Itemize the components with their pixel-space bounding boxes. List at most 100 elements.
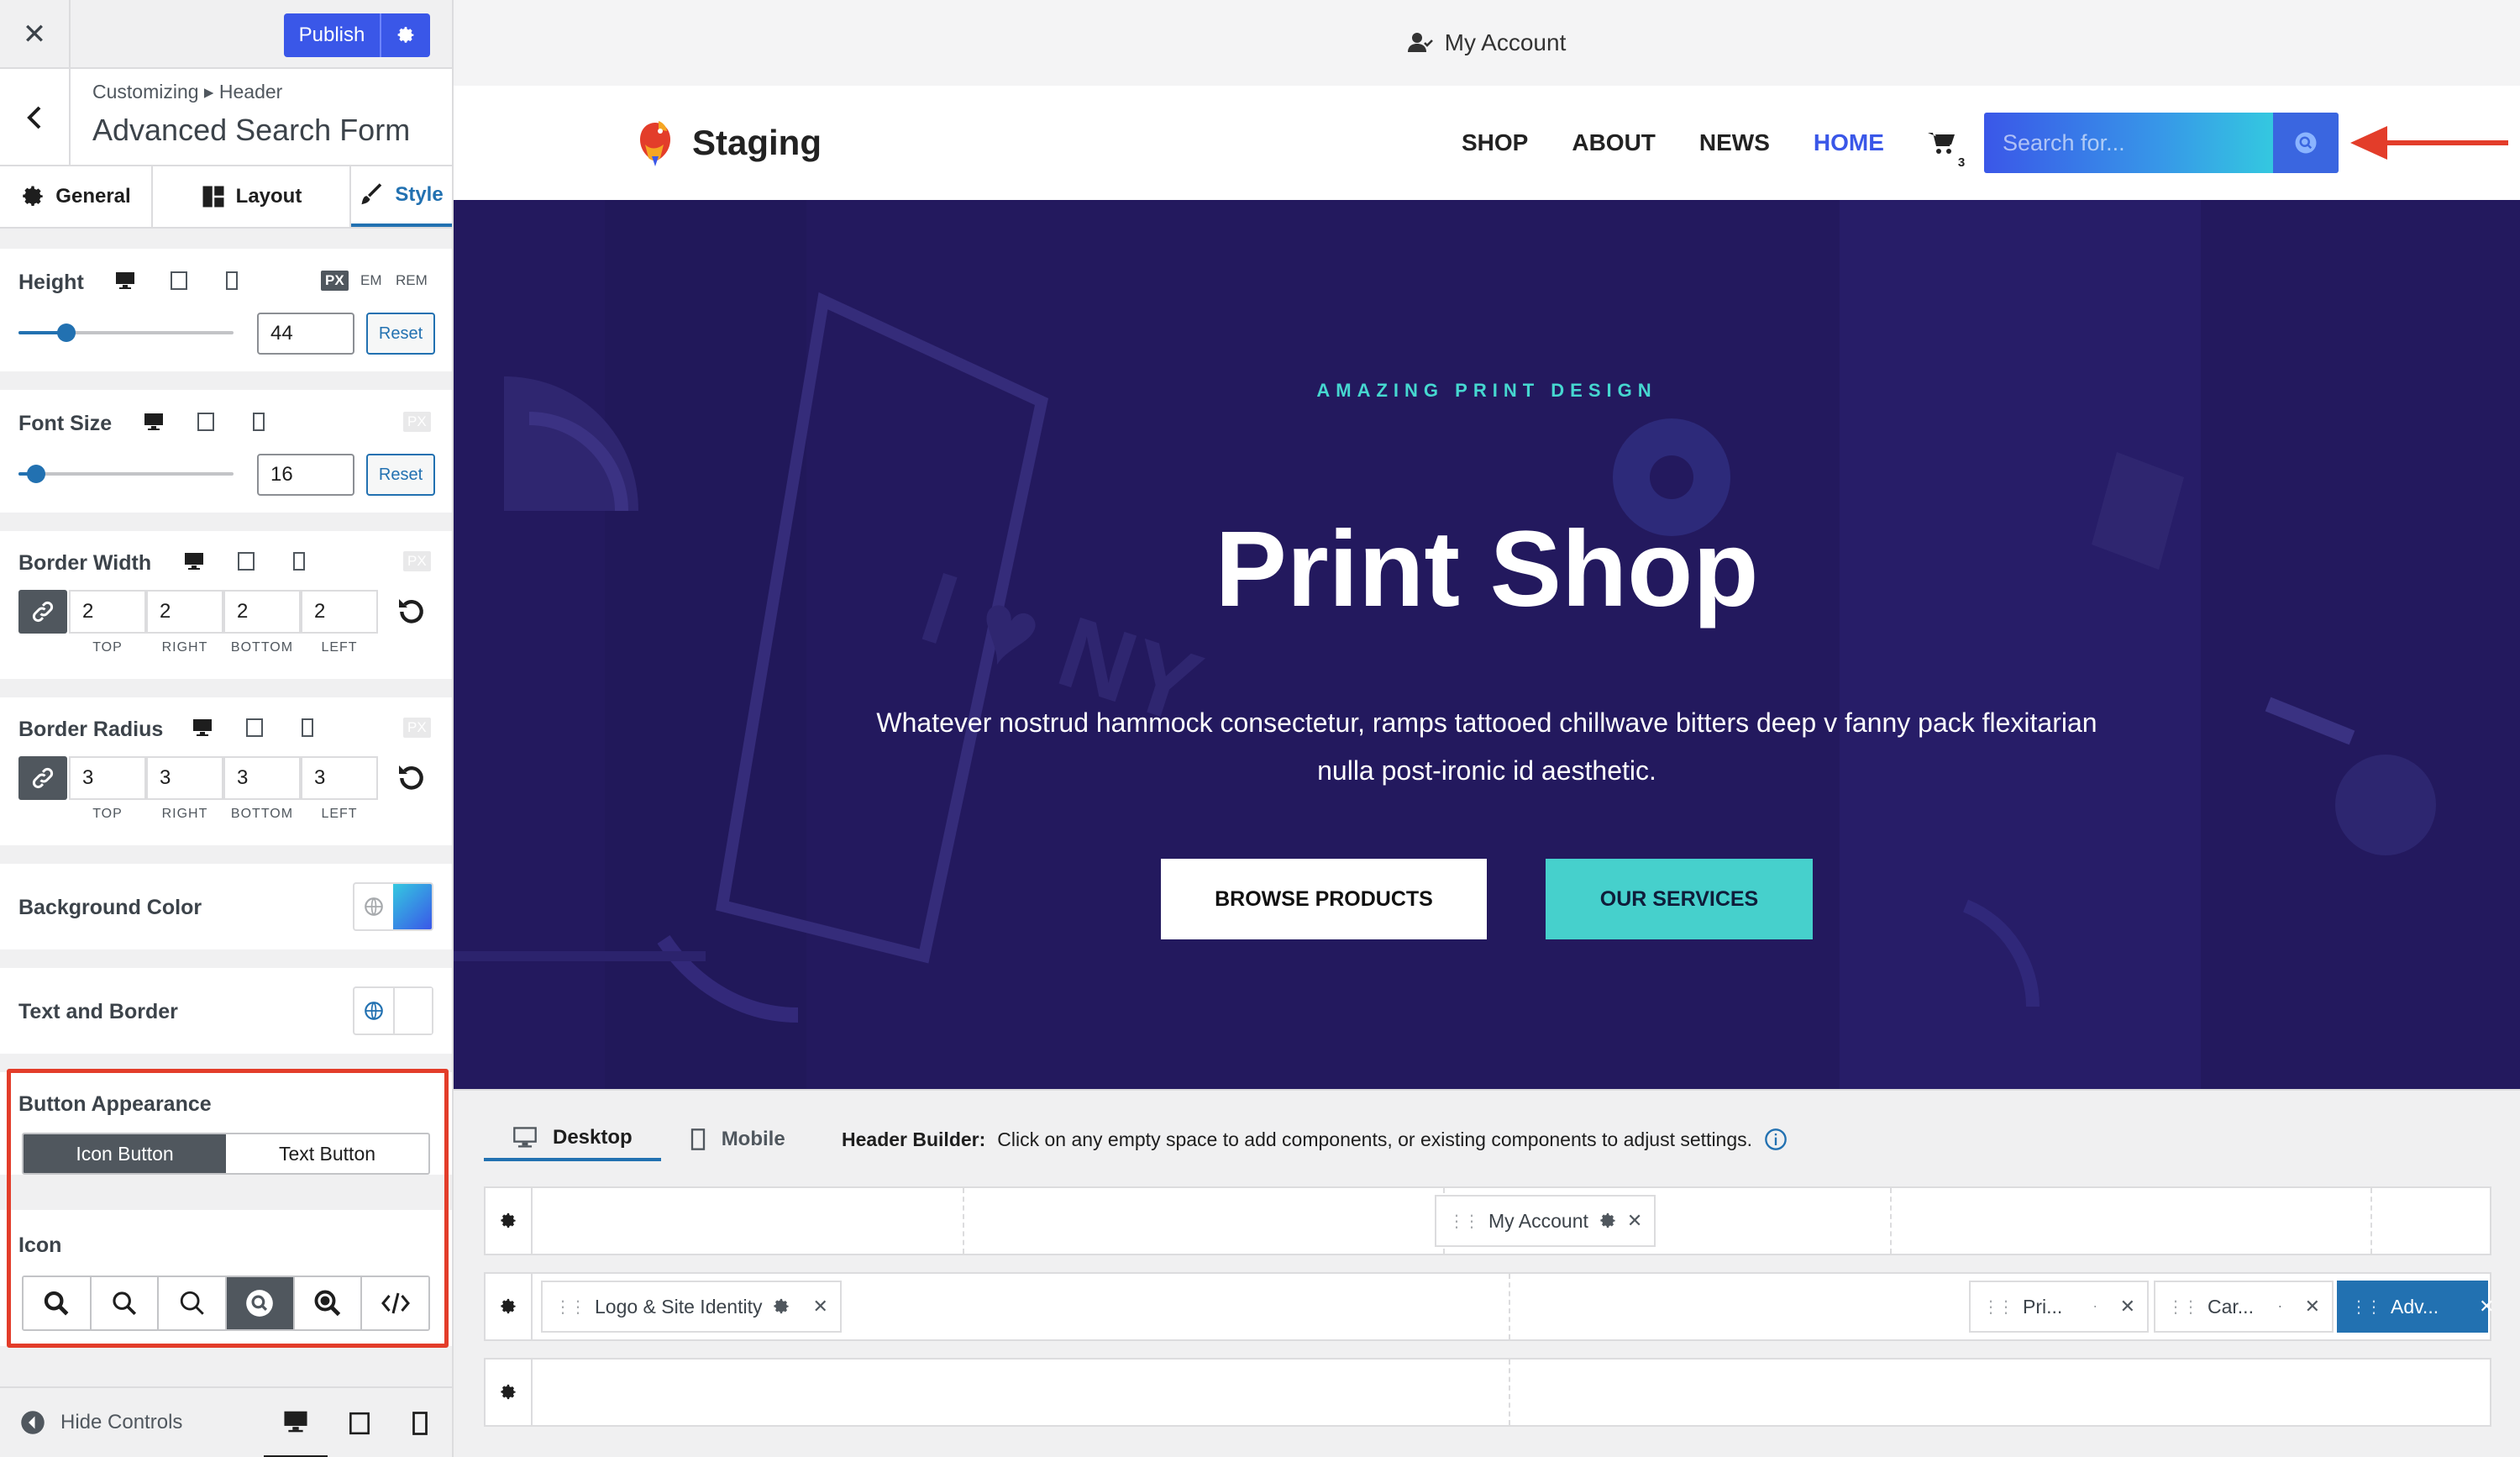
remove-icon[interactable]: ✕: [2305, 1296, 2320, 1318]
border-width-left[interactable]: 2: [301, 590, 378, 634]
reset-icon[interactable]: [395, 595, 428, 629]
back-button[interactable]: [0, 69, 71, 166]
row-settings-button[interactable]: [486, 1274, 533, 1339]
mobile-icon[interactable]: [292, 551, 306, 571]
desktop-icon[interactable]: [192, 718, 213, 738]
border-width-right[interactable]: 2: [146, 590, 223, 634]
nav-item-home[interactable]: HOME: [1814, 129, 1884, 156]
reset-icon[interactable]: [395, 761, 428, 795]
border-width-top[interactable]: 2: [69, 590, 146, 634]
builder-row-top[interactable]: ⋮⋮ My Account ✕: [484, 1186, 2491, 1255]
border-radius-right[interactable]: 3: [146, 756, 223, 800]
drag-handle-icon[interactable]: ⋮⋮: [554, 1297, 586, 1318]
tab-style[interactable]: Style: [351, 166, 452, 227]
preview-desktop-button[interactable]: [264, 1388, 328, 1457]
site-branding[interactable]: Staging: [637, 119, 822, 166]
remove-icon[interactable]: ✕: [812, 1296, 827, 1318]
slider-thumb[interactable]: [27, 465, 45, 483]
hide-controls-label: Hide Controls: [60, 1411, 183, 1433]
border-radius-top[interactable]: 3: [69, 756, 146, 800]
tab-layout[interactable]: Layout: [153, 166, 351, 227]
info-icon[interactable]: [1764, 1128, 1788, 1151]
search-input[interactable]: Search for...: [1984, 113, 2273, 173]
global-color-button[interactable]: [354, 884, 393, 929]
cart-button[interactable]: 3: [1927, 130, 1965, 170]
side-caption: RIGHT: [161, 807, 208, 821]
unit-rem[interactable]: REM: [391, 271, 432, 291]
font-size-reset-button[interactable]: Reset: [366, 454, 435, 496]
text-border-color-picker[interactable]: [353, 986, 433, 1035]
link-icon: [32, 601, 54, 623]
drag-handle-icon[interactable]: ⋮⋮: [1448, 1211, 1480, 1232]
desktop-icon[interactable]: [183, 551, 205, 571]
drag-handle-icon[interactable]: ⋮⋮: [2350, 1297, 2382, 1318]
height-slider[interactable]: [18, 323, 234, 342]
drag-handle-icon[interactable]: ⋮⋮: [2167, 1297, 2199, 1318]
font-size-label: Font Size: [18, 412, 113, 435]
component-label: Logo & Site Identity: [595, 1295, 763, 1318]
desktop-icon[interactable]: [114, 271, 136, 291]
desktop-icon[interactable]: [143, 412, 165, 432]
search-submit-button[interactable]: [2273, 113, 2339, 173]
color-swatch[interactable]: [393, 988, 432, 1034]
component-cart[interactable]: ⋮⋮ Car... ✕: [2154, 1281, 2334, 1333]
link-values-button[interactable]: [18, 756, 67, 800]
publish-button[interactable]: Publish: [284, 13, 380, 57]
preview-tablet-button[interactable]: [328, 1388, 391, 1457]
gear-icon: [501, 1298, 516, 1314]
nav-item-about[interactable]: ABOUT: [1572, 129, 1656, 156]
background-color-picker[interactable]: [353, 882, 433, 931]
global-color-button[interactable]: [354, 988, 393, 1034]
close-button[interactable]: ✕: [0, 0, 71, 69]
gear-icon[interactable]: [1599, 1212, 1617, 1230]
drag-handle-icon[interactable]: ⋮⋮: [1982, 1297, 2014, 1318]
builder-tab-mobile[interactable]: Mobile: [661, 1118, 814, 1161]
slider-thumb[interactable]: [57, 323, 76, 342]
mobile-icon[interactable]: [225, 271, 239, 291]
mobile-icon[interactable]: [252, 412, 265, 432]
builder-tab-desktop[interactable]: Desktop: [484, 1118, 661, 1161]
tablet-icon[interactable]: [245, 718, 264, 738]
height-reset-button[interactable]: Reset: [366, 313, 435, 355]
remove-icon[interactable]: ✕: [2120, 1296, 2135, 1318]
component-my-account[interactable]: ⋮⋮ My Account ✕: [1435, 1195, 1656, 1247]
gear-icon[interactable]: [2094, 1297, 2097, 1316]
gear-icon[interactable]: [2279, 1297, 2281, 1316]
settings-tabs: General Layout Style: [0, 166, 452, 229]
row-settings-button[interactable]: [486, 1188, 533, 1254]
our-services-button[interactable]: OUR SERVICES: [1546, 859, 1813, 939]
builder-row-bottom[interactable]: [484, 1358, 2491, 1427]
nav-item-shop[interactable]: SHOP: [1462, 129, 1528, 156]
component-advanced-search[interactable]: ⋮⋮ Adv... ✕: [2337, 1281, 2495, 1333]
builder-tab-desktop-label: Desktop: [553, 1126, 633, 1149]
font-size-slider[interactable]: [18, 465, 234, 483]
link-values-button[interactable]: [18, 590, 67, 634]
component-primary-nav[interactable]: ⋮⋮ Pri... ✕: [1969, 1281, 2149, 1333]
font-size-input[interactable]: 16: [257, 454, 354, 496]
border-radius-left[interactable]: 3: [301, 756, 378, 800]
unit-px: PX: [403, 551, 431, 571]
browse-products-button[interactable]: BROWSE PRODUCTS: [1161, 859, 1487, 939]
border-width-bottom[interactable]: 2: [223, 590, 301, 634]
tablet-icon[interactable]: [237, 551, 255, 571]
hide-controls-button[interactable]: Hide Controls: [20, 1410, 182, 1435]
border-radius-bottom[interactable]: 3: [223, 756, 301, 800]
preview-mobile-button[interactable]: [388, 1388, 452, 1457]
gear-icon[interactable]: [772, 1297, 790, 1316]
unit-px[interactable]: PX: [321, 271, 349, 291]
tablet-icon[interactable]: [197, 412, 215, 432]
mobile-icon[interactable]: [301, 718, 314, 738]
tab-general[interactable]: General: [0, 166, 153, 227]
color-swatch[interactable]: [393, 884, 432, 929]
nav-item-news[interactable]: NEWS: [1699, 129, 1770, 156]
unit-em[interactable]: EM: [356, 271, 386, 291]
tablet-icon[interactable]: [170, 271, 188, 291]
component-logo[interactable]: ⋮⋮ Logo & Site Identity ✕: [541, 1281, 842, 1333]
my-account-link[interactable]: My Account: [1445, 29, 1567, 56]
remove-icon[interactable]: ✕: [1627, 1210, 1642, 1232]
remove-icon[interactable]: ✕: [2479, 1296, 2494, 1318]
row-settings-button[interactable]: [486, 1360, 533, 1425]
height-input[interactable]: 44: [257, 313, 354, 355]
publish-settings-button[interactable]: [380, 13, 430, 57]
builder-row-main[interactable]: ⋮⋮ Logo & Site Identity ✕ ⋮⋮ Pri... ✕ ⋮⋮…: [484, 1272, 2495, 1341]
